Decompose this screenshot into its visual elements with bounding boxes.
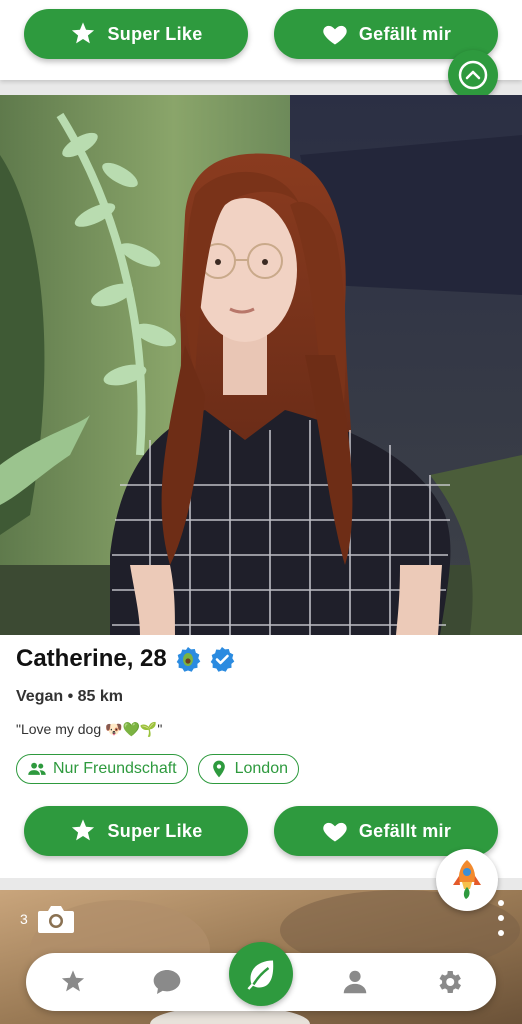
person-icon xyxy=(343,970,367,994)
scroll-up-button[interactable] xyxy=(448,50,498,100)
profile-photo-image xyxy=(0,95,522,635)
nav-profile[interactable] xyxy=(338,965,372,999)
location-pin-icon xyxy=(212,760,225,778)
profile-quote: "Love my dog 🐶💚🌱" xyxy=(16,721,163,737)
gear-icon xyxy=(439,971,461,993)
heart-icon xyxy=(323,822,347,842)
avocado-badge-icon xyxy=(176,647,201,672)
heart-icon xyxy=(323,25,347,45)
nav-favorites[interactable] xyxy=(56,965,90,999)
chip-friendship[interactable]: Nur Freundschaft xyxy=(16,754,188,784)
profile-name: Catherine, 28 xyxy=(16,645,167,672)
photo-count: 3 xyxy=(20,903,76,935)
super-star-icon xyxy=(72,22,95,44)
super-like-label: Super Like xyxy=(107,820,203,841)
nav-discover[interactable] xyxy=(229,942,293,1006)
chip-friendship-label: Nur Freundschaft xyxy=(53,760,177,777)
chip-location-label: London xyxy=(234,760,288,777)
like-label: Gefällt mir xyxy=(358,820,452,841)
chip-location[interactable]: London xyxy=(197,754,299,784)
super-like-label: Super Like xyxy=(107,23,203,44)
boost-button[interactable] xyxy=(436,849,498,911)
nav-chat[interactable] xyxy=(150,965,184,999)
nav-settings[interactable] xyxy=(432,965,466,999)
previous-profile-card: Super Like Gefällt mir xyxy=(0,0,522,80)
profile-info: Catherine, 28 Vegan • 85 km "Love my dog… xyxy=(0,635,522,878)
chat-icon xyxy=(153,970,181,994)
photo-count-value: 3 xyxy=(20,911,28,927)
name-row: Catherine, 28 xyxy=(16,645,235,673)
profile-chips: Nur Freundschaft London xyxy=(16,754,299,784)
camera-icon xyxy=(37,906,74,933)
verified-check-icon xyxy=(210,647,235,672)
profile-photo[interactable] xyxy=(0,95,522,635)
like-label: Gefällt mir xyxy=(358,23,452,44)
people-icon xyxy=(28,762,46,775)
leaf-icon xyxy=(247,960,274,990)
super-like-button[interactable]: Super Like xyxy=(24,9,248,59)
more-options-icon[interactable] xyxy=(496,900,506,936)
star-icon xyxy=(61,970,85,992)
super-like-button-2[interactable]: Super Like xyxy=(24,806,248,856)
profile-meta: Vegan • 85 km xyxy=(16,688,123,705)
rocket-icon xyxy=(453,860,481,899)
super-star-icon xyxy=(72,819,95,841)
chevron-up-circle-icon xyxy=(458,60,488,90)
